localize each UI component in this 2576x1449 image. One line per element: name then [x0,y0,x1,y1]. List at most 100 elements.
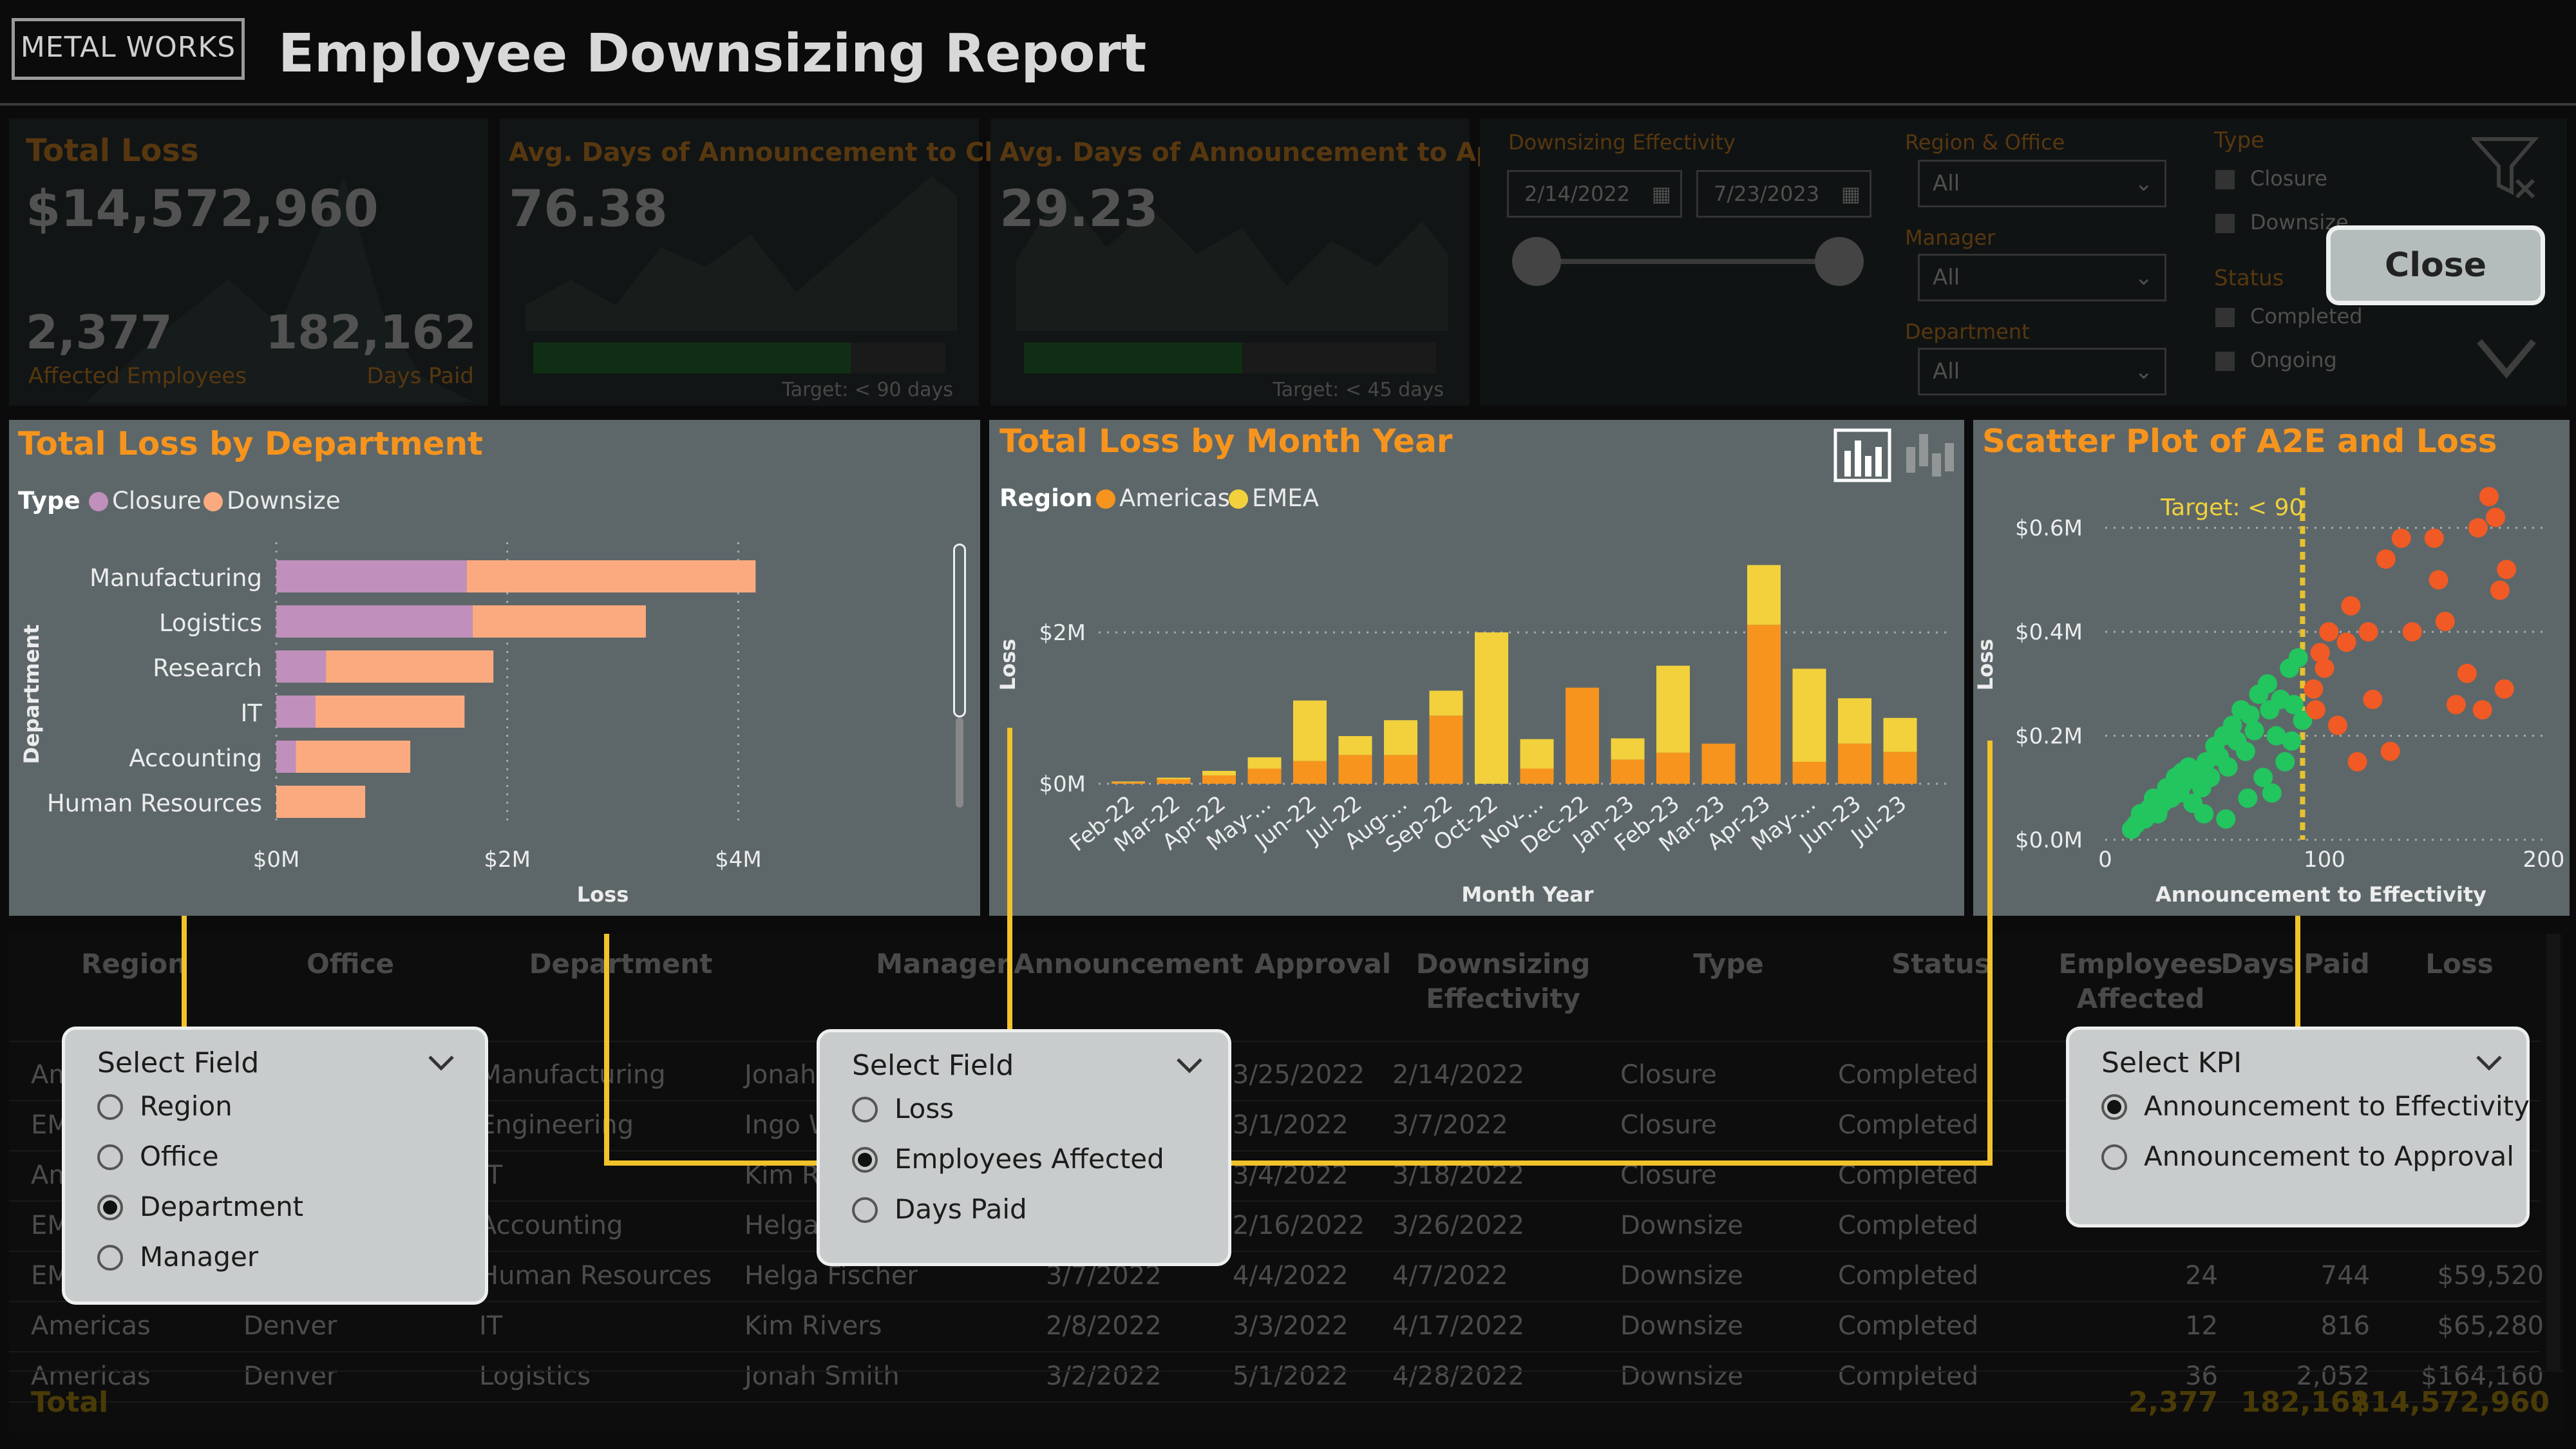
table-row[interactable]: Americas Denver IT Kim Rivers 2/8/2022 3/3/20… [9,1302,2544,1352]
month-bar-emea[interactable] [1338,735,1372,755]
month-bar-emea[interactable] [1475,632,1508,784]
month-bar-emea[interactable] [1747,565,1781,625]
month-bar-americas[interactable] [1747,625,1781,784]
table-header-1[interactable]: Office [247,947,453,981]
month-bar-americas[interactable] [1384,755,1417,784]
month-bar-americas[interactable] [1701,743,1736,784]
radio-region[interactable] [97,1094,123,1120]
radio-office[interactable] [97,1144,123,1170]
scatter-point[interactable] [2304,679,2324,699]
scatter-point[interactable] [2424,528,2444,548]
month-bar-emea[interactable] [1838,698,1871,744]
chevron-down-icon[interactable] [2475,1053,2503,1072]
manager-dropdown[interactable]: All ⌄ [1918,254,2166,301]
scatter-point[interactable] [2358,622,2378,642]
month-bar-emea[interactable] [1384,720,1417,755]
table-header-7[interactable]: Type [1625,947,1832,981]
dept-bar-closure[interactable] [276,605,473,638]
scatter-point[interactable] [2201,768,2221,788]
scatter-point[interactable] [2260,700,2280,720]
radio-manager[interactable] [97,1245,123,1271]
table-header-6[interactable]: Downsizing Effectivity [1381,947,1625,1016]
scatter-point[interactable] [2288,648,2308,668]
month-bar-americas[interactable] [1656,752,1690,784]
radio-loss[interactable] [852,1097,878,1122]
chevron-down-icon[interactable] [427,1053,455,1072]
scatter-point[interactable] [2490,580,2510,600]
scatter-point[interactable] [2172,762,2192,782]
scatter-point[interactable] [2244,721,2264,741]
collapse-chevron-icon[interactable] [2476,335,2537,380]
radio-announcement-to-approval[interactable] [2101,1144,2127,1170]
month-bar-emea[interactable] [1247,757,1282,769]
month-bar-americas[interactable] [1566,687,1599,784]
scatter-point[interactable] [2341,596,2361,616]
month-bar-americas[interactable] [1520,768,1554,784]
scatter-point[interactable] [2435,611,2455,631]
table-header-9[interactable]: Employees Affected [2057,947,2224,1016]
dept-bar-downsize[interactable] [276,786,366,818]
dept-chart-scroll-track[interactable] [956,717,963,808]
scatter-point[interactable] [2235,741,2255,761]
date-slider-track[interactable] [1534,259,1843,264]
month-bar-emea[interactable] [1112,781,1145,782]
scatter-point[interactable] [2194,804,2214,824]
month-bar-americas[interactable] [1293,761,1327,784]
table-header-11[interactable]: Loss [2366,947,2553,981]
dept-bar-downsize[interactable] [315,696,465,728]
dept-bar-closure[interactable] [276,696,316,728]
scatter-point[interactable] [2363,690,2383,710]
clear-filter-icon[interactable] [2472,135,2539,200]
scatter-point[interactable] [2306,700,2325,720]
month-bar-americas[interactable] [1611,759,1645,784]
dept-bar-downsize[interactable] [326,650,494,683]
close-button[interactable]: Close [2326,225,2545,305]
dept-chart-scrollbar[interactable] [953,544,966,717]
table-header-4[interactable]: Announcement [1014,947,1244,981]
date-slider-handle-start[interactable] [1512,237,1561,286]
scatter-point[interactable] [2347,752,2367,772]
month-bar-emea[interactable] [1883,717,1917,752]
status-ongoing-checkbox[interactable] [2215,352,2235,371]
scatter-point[interactable] [2391,528,2411,548]
scatter-point[interactable] [2336,632,2356,652]
scatter-point[interactable] [2494,679,2514,699]
month-bar-americas[interactable] [1202,775,1236,784]
status-completed-checkbox[interactable] [2215,308,2235,327]
scatter-point[interactable] [2497,560,2517,580]
scatter-point[interactable] [2315,658,2334,678]
dept-bar-closure[interactable] [276,650,327,683]
scatter-point[interactable] [2319,622,2339,642]
table-header-8[interactable]: Status [1832,947,2050,981]
scatter-point[interactable] [2472,700,2492,720]
date-to-input[interactable]: 7/23/2023 ▦ [1696,170,1871,218]
dept-bar-downsize[interactable] [472,605,646,638]
scatter-point[interactable] [2262,783,2282,803]
dept-bar-closure[interactable] [276,560,467,592]
month-bar-americas[interactable] [1883,752,1917,784]
scatter-point[interactable] [2275,752,2295,772]
scatter-point[interactable] [2429,570,2448,590]
scatter-point[interactable] [2218,757,2238,777]
table-header-0[interactable]: Region [24,947,243,981]
month-bar-emea[interactable] [1202,771,1236,776]
scatter-point[interactable] [2376,549,2396,569]
department-dropdown[interactable]: All ⌄ [1918,348,2166,395]
month-bar-americas[interactable] [1338,755,1372,784]
radio-days-paid[interactable] [852,1197,878,1223]
month-bar-emea[interactable] [1429,690,1463,716]
month-bar-emea[interactable] [1611,738,1645,760]
month-bar-americas[interactable] [1429,715,1463,784]
month-bar-emea[interactable] [1293,700,1327,761]
scatter-point[interactable] [2380,741,2400,761]
scatter-point[interactable] [2486,507,2506,527]
date-slider-handle-end[interactable] [1815,237,1864,286]
calendar-icon[interactable]: ▦ [1841,172,1861,216]
table-scrollbar[interactable] [2546,934,2561,1372]
dept-bar-closure[interactable] [276,741,296,773]
scatter-point[interactable] [2402,622,2422,642]
radio-announcement-to-effectivity[interactable] [2101,1094,2127,1120]
dept-bar-downsize[interactable] [296,741,411,773]
month-bar-emea[interactable] [1656,665,1690,753]
scatter-point[interactable] [2257,674,2277,694]
